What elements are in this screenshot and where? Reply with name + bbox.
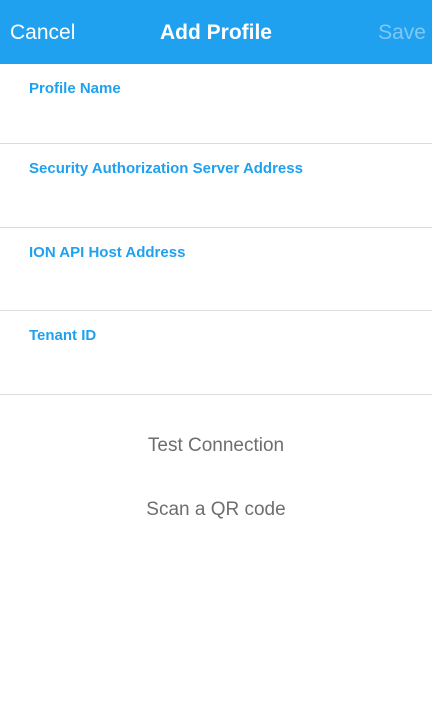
security-server-address-label: Security Authorization Server Address <box>29 160 303 177</box>
profile-name-label: Profile Name <box>29 80 121 97</box>
profile-name-input[interactable] <box>29 104 409 134</box>
navigation-bar: Cancel Add Profile Save <box>0 0 432 64</box>
tenant-id-label: Tenant ID <box>29 327 97 344</box>
ion-api-host-address-input[interactable] <box>29 268 409 298</box>
security-server-address-input[interactable] <box>29 184 409 214</box>
test-connection-button[interactable]: Test Connection <box>0 434 432 458</box>
profile-form: Profile Name Security Authorization Serv… <box>0 64 432 395</box>
security-server-address-field: Security Authorization Server Address <box>0 144 432 228</box>
ion-api-host-address-field: ION API Host Address <box>0 228 432 311</box>
tenant-id-field: Tenant ID <box>0 311 432 395</box>
save-button[interactable]: Save <box>378 20 426 46</box>
cancel-button[interactable]: Cancel <box>10 20 75 46</box>
tenant-id-input[interactable] <box>29 351 409 381</box>
ion-api-host-address-label: ION API Host Address <box>29 244 186 261</box>
profile-name-field: Profile Name <box>0 64 432 144</box>
scan-qr-code-button[interactable]: Scan a QR code <box>0 498 432 522</box>
